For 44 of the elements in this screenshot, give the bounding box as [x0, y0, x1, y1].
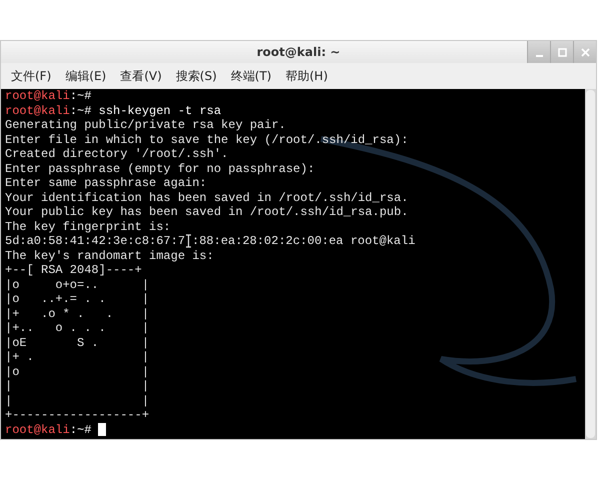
i-beam-cursor-icon	[185, 234, 192, 248]
minimize-button[interactable]	[527, 41, 550, 63]
randomart-text: |o ..+.= . . |	[5, 292, 150, 306]
maximize-icon	[558, 48, 566, 56]
randomart-text: |+.. o . . . |	[5, 321, 150, 335]
output-text: Created directory '/root/.ssh'.	[5, 147, 228, 161]
prompt-text: root@kali	[5, 422, 70, 437]
maximize-button[interactable]	[550, 41, 573, 63]
prompt-text: root@kali	[5, 89, 70, 104]
menu-item[interactable]: 文件(F)	[11, 67, 52, 85]
output-text: :88:ea:28:02:2c:00:ea root@kali	[192, 234, 416, 248]
minimize-icon	[534, 54, 544, 56]
randomart-text: |+ .o * . . |	[5, 306, 150, 320]
prompt-text: :~#	[70, 104, 92, 118]
menu-item[interactable]: 终端(T)	[230, 67, 272, 85]
prompt-text: :~#	[70, 89, 92, 104]
menu-item[interactable]: 搜索(S)	[176, 67, 217, 85]
menu-item[interactable]: 帮助(H)	[285, 67, 328, 85]
output-text: The key fingerprint is:	[5, 220, 171, 234]
randomart-text: | |	[5, 394, 150, 408]
randomart-text: | |	[5, 379, 150, 393]
output-text: Enter passphrase (empty for no passphrase):	[5, 162, 315, 176]
command-text: ssh-keygen -t rsa	[98, 104, 222, 118]
output-text: Enter same passphrase again:	[5, 176, 207, 190]
randomart-text: |o o+o=.. |	[5, 278, 150, 292]
close-button[interactable]	[573, 41, 596, 63]
prompt-text: :~#	[70, 422, 92, 437]
randomart-text: |o |	[5, 364, 150, 378]
output-text: Generating public/private rsa key pair.	[5, 118, 286, 132]
menu-item[interactable]: 编辑(E)	[65, 67, 106, 85]
close-icon	[580, 48, 590, 56]
randomart-text: |+ . |	[5, 350, 150, 364]
output-text: The key's randomart image is:	[5, 248, 214, 262]
prompt-text: root@kali	[5, 104, 70, 118]
randomart-text: +--[ RSA 2048]----+	[5, 263, 142, 277]
scrollbar[interactable]	[585, 89, 596, 439]
output-text: 5d:a0:58:41:42:3e:c8:67:7	[5, 234, 186, 248]
randomart-text: +------------------+	[5, 408, 150, 422]
output-text: Your identification has been saved in /root/.ssh/id_rsa.	[5, 190, 408, 204]
output-text: Enter file in which to save the key (/root/.ssh/id_rsa):	[5, 132, 408, 146]
randomart-text: |oE S . |	[5, 336, 150, 350]
window-title: root@kali: ~	[256, 44, 340, 61]
output-text: Your public key has been saved in /root/.ssh/id_rsa.pub.	[5, 205, 408, 219]
menu-item[interactable]: 查看(V)	[120, 67, 162, 85]
